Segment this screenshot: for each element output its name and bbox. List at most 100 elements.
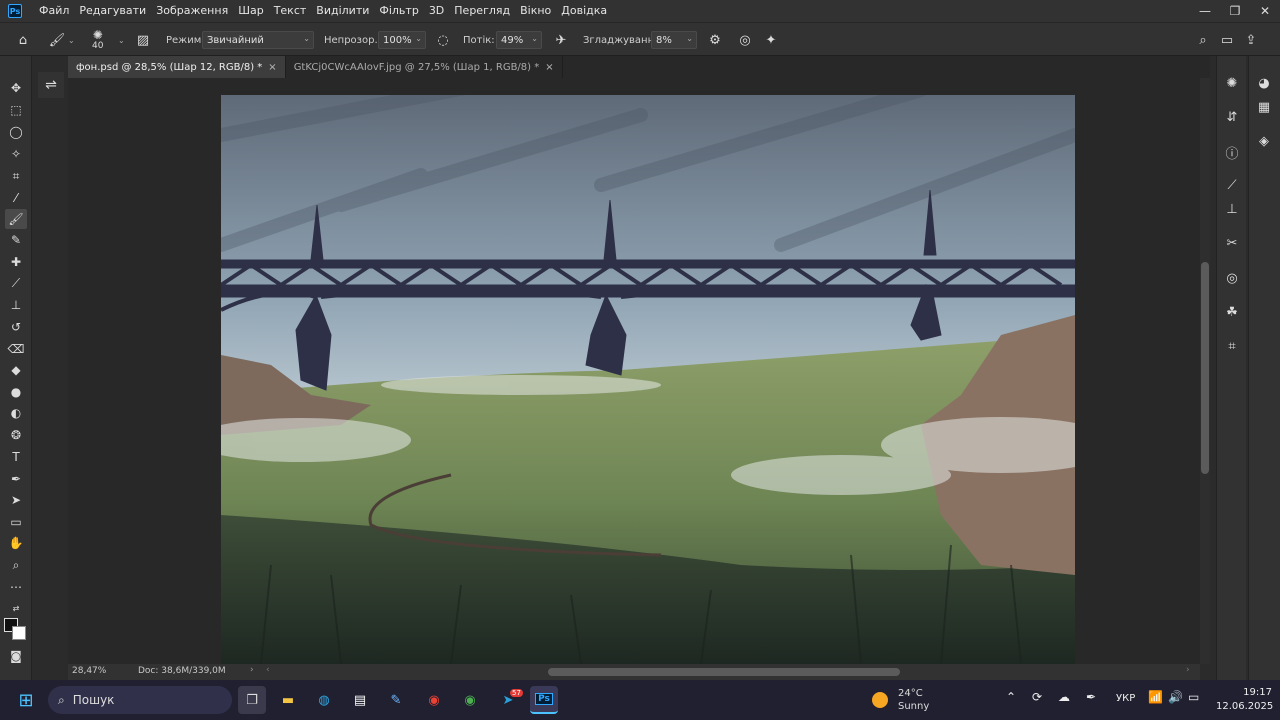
- layers-panel-icon[interactable]: ◈: [1253, 130, 1275, 152]
- transform-icon[interactable]: ⌗: [1221, 335, 1243, 357]
- wifi-icon[interactable]: 📶: [1148, 690, 1163, 704]
- menu-view[interactable]: Перегляд: [449, 0, 515, 22]
- pencil-tool-icon[interactable]: ✎: [5, 230, 27, 250]
- workspace-icon[interactable]: ▭: [1216, 29, 1238, 51]
- menu-select[interactable]: Виділити: [311, 0, 374, 22]
- chevron-right-icon[interactable]: ›: [250, 665, 254, 675]
- properties-toggle-icon[interactable]: ⇌: [38, 72, 64, 98]
- grid-panel-icon[interactable]: ▦: [1253, 96, 1275, 118]
- pressure-opacity-icon[interactable]: ◌: [432, 29, 454, 51]
- chevron-down-icon[interactable]: ⌄: [118, 36, 125, 45]
- more-tools-icon[interactable]: ⋯: [5, 577, 27, 597]
- dodge-tool-icon[interactable]: ◐: [5, 403, 27, 423]
- airbrush-icon[interactable]: ✈: [550, 29, 572, 51]
- paths-panel-icon[interactable]: ◎: [1221, 267, 1243, 289]
- pen-tray-icon[interactable]: ✒: [1086, 690, 1096, 704]
- chrome-icon[interactable]: ◉: [420, 686, 448, 714]
- opacity-field[interactable]: 100% ⌄: [378, 31, 426, 49]
- brush-settings-icon[interactable]: ▨: [132, 29, 154, 51]
- menu-layer[interactable]: Шар: [233, 0, 269, 22]
- flow-field[interactable]: 49% ⌄: [496, 31, 542, 49]
- restore-button[interactable]: ❐: [1220, 0, 1250, 22]
- menu-filter[interactable]: Фільтр: [374, 0, 423, 22]
- chevron-right-icon[interactable]: ›: [1186, 665, 1190, 675]
- pen-tool-icon[interactable]: ✒: [5, 469, 27, 489]
- edge-icon[interactable]: ◍: [310, 686, 338, 714]
- task-view-icon[interactable]: ❐: [238, 686, 266, 714]
- crop-tool-icon[interactable]: ⌗: [5, 166, 27, 186]
- quick-select-tool-icon[interactable]: ✧: [5, 144, 27, 164]
- chevron-left-icon[interactable]: ‹: [266, 665, 270, 675]
- zoom-level[interactable]: 28,47%: [72, 666, 106, 676]
- minimize-button[interactable]: —: [1190, 0, 1220, 22]
- close-button[interactable]: ✕: [1250, 0, 1280, 22]
- home-icon[interactable]: ⌂: [12, 29, 34, 51]
- system-clock[interactable]: 19:17 12.06.2025: [1216, 686, 1273, 714]
- brush-panel-icon[interactable]: ⟋: [1221, 174, 1243, 196]
- history-brush-tool-icon[interactable]: ↺: [5, 317, 27, 337]
- menu-type[interactable]: Текст: [269, 0, 312, 22]
- chrome-profile-icon[interactable]: ◉: [456, 686, 484, 714]
- close-icon[interactable]: ×: [545, 62, 553, 73]
- lasso-tool-icon[interactable]: ◯: [5, 122, 27, 142]
- pen-app-icon[interactable]: ✎: [382, 686, 410, 714]
- brush-tool-icon[interactable]: 🖌: [5, 209, 27, 229]
- language-indicator[interactable]: УКР: [1116, 693, 1135, 704]
- menu-file[interactable]: Файл: [34, 0, 74, 22]
- menu-help[interactable]: Довідка: [556, 0, 612, 22]
- adjustments-panel-icon[interactable]: ⇵: [1221, 106, 1243, 128]
- store-icon[interactable]: ▤: [346, 686, 374, 714]
- weather-widget[interactable]: 24°C Sunny: [872, 686, 929, 714]
- eyedropper-tool-icon[interactable]: ⁄: [5, 188, 27, 208]
- swap-colors-icon[interactable]: ⇄: [5, 598, 27, 618]
- tool-presets-icon[interactable]: ✂: [1221, 232, 1243, 254]
- menu-3d[interactable]: 3D: [424, 0, 449, 22]
- color-panel-icon[interactable]: ✺: [1221, 72, 1243, 94]
- bucket-tool-icon[interactable]: ◆: [5, 360, 27, 380]
- photoshop-taskbar-icon[interactable]: Ps: [530, 686, 558, 714]
- battery-icon[interactable]: ▭: [1188, 690, 1199, 704]
- stamp-tool-icon[interactable]: ⊥: [5, 295, 27, 315]
- quick-mask-icon[interactable]: ◙: [5, 646, 27, 666]
- chevron-up-icon[interactable]: ⌃: [1006, 690, 1016, 704]
- mode-dropdown[interactable]: Звичайний ⌄: [202, 31, 314, 49]
- horizontal-scroll-thumb[interactable]: [548, 668, 900, 676]
- hand-tool-icon[interactable]: ✋: [5, 533, 27, 553]
- cloud-icon[interactable]: ☁: [1058, 690, 1070, 704]
- share-icon[interactable]: ⇪: [1240, 29, 1262, 51]
- volume-icon[interactable]: 🔊: [1168, 690, 1183, 704]
- tab-gtkcj-jpg[interactable]: GtKCj0CWcAAIovF.jpg @ 27,5% (Шар 1, RGB/…: [285, 56, 563, 78]
- menu-image[interactable]: Зображення: [151, 0, 233, 22]
- taskbar-search[interactable]: ⌕ Пошук: [48, 686, 232, 714]
- symmetry-icon[interactable]: ✦: [760, 29, 782, 51]
- sync-icon[interactable]: ⟳: [1032, 690, 1042, 704]
- menu-window[interactable]: Вікно: [515, 0, 556, 22]
- marquee-tool-icon[interactable]: ⬚: [5, 100, 27, 120]
- gear-icon[interactable]: ⚙: [704, 29, 726, 51]
- eraser-tool-icon[interactable]: ⌫: [5, 339, 27, 359]
- menu-edit[interactable]: Редагувати: [74, 0, 151, 22]
- brush-size-picker[interactable]: ✺ 40: [92, 23, 103, 57]
- healing-tool-icon[interactable]: ✚: [5, 252, 27, 272]
- tab-fon-psd[interactable]: фон.psd @ 28,5% (Шар 12, RGB/8) * ×: [68, 56, 286, 78]
- clone-source-icon[interactable]: ⊥: [1221, 198, 1243, 220]
- blur-tool-icon[interactable]: ●: [5, 382, 27, 402]
- channels-panel-icon[interactable]: ☘: [1221, 301, 1243, 323]
- type-tool-icon[interactable]: T: [5, 447, 27, 467]
- file-explorer-icon[interactable]: ▬: [274, 686, 302, 714]
- background-color-swatch[interactable]: [12, 626, 26, 640]
- zoom-tool-icon[interactable]: ⌕: [5, 555, 27, 575]
- windows-start-icon[interactable]: ⊞: [12, 686, 40, 714]
- move-tool-icon[interactable]: ✥: [5, 78, 27, 98]
- info-panel-icon[interactable]: ⓘ: [1221, 141, 1243, 163]
- vertical-scroll-thumb[interactable]: [1201, 262, 1209, 474]
- swatches-panel-icon[interactable]: ◕: [1253, 72, 1275, 94]
- mixer-brush-tool-icon[interactable]: ⟋: [5, 273, 27, 293]
- artwork-canvas[interactable]: [221, 95, 1075, 664]
- brush-preset-icon[interactable]: 🖌: [46, 29, 68, 51]
- rectangle-tool-icon[interactable]: ▭: [5, 512, 27, 532]
- pressure-size-icon[interactable]: ◎: [734, 29, 756, 51]
- close-icon[interactable]: ×: [268, 62, 276, 73]
- path-select-tool-icon[interactable]: ➤: [5, 490, 27, 510]
- search-icon[interactable]: ⌕: [1192, 29, 1214, 51]
